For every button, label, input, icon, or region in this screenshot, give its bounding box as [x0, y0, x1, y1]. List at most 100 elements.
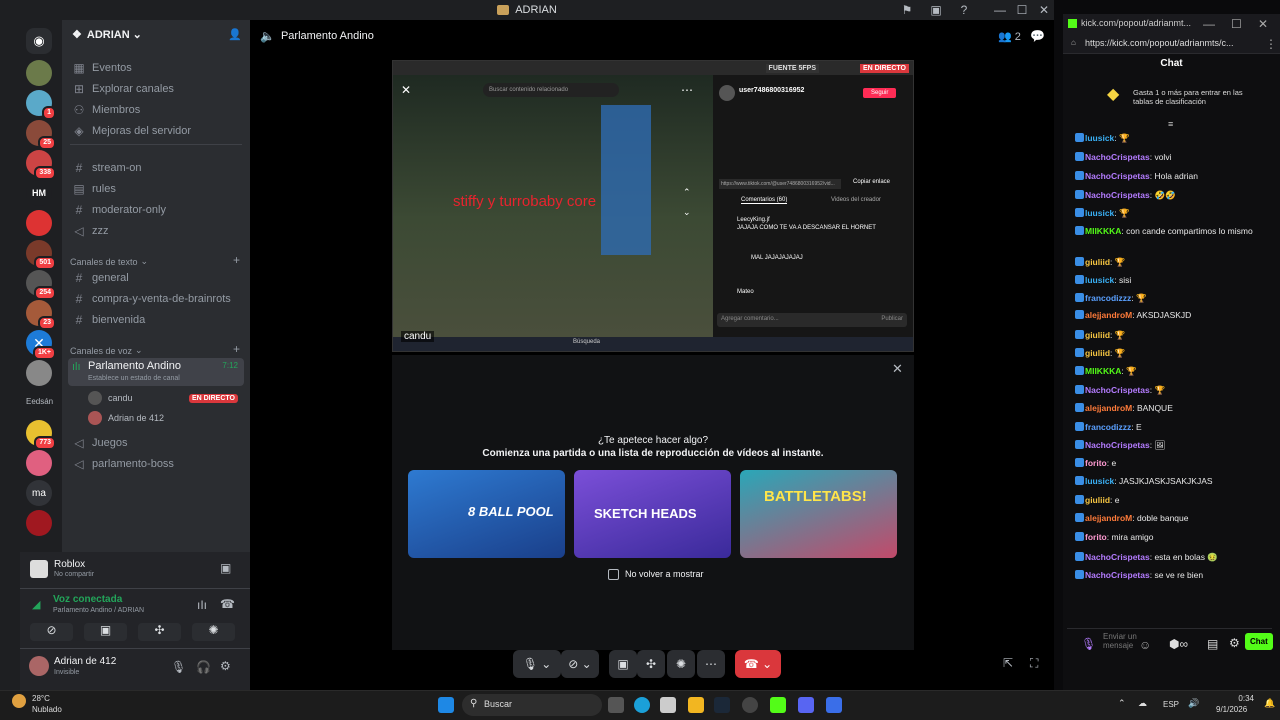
start-icon[interactable] [438, 697, 454, 713]
channel-rules[interactable]: ▤ rules [72, 179, 244, 199]
soundboard-button[interactable]: ✺ [667, 650, 695, 678]
disconnect-button[interactable]: ☎ ⌄ [735, 650, 781, 678]
camera-button[interactable]: ⊘ [30, 623, 73, 641]
voice-user-adrian[interactable]: Adrian de 412 [88, 410, 244, 426]
server-icon[interactable]: 25 [26, 120, 56, 150]
chat-username[interactable]: luusick [1085, 275, 1114, 285]
chat-username[interactable]: alejjandroM [1085, 310, 1132, 320]
copy-link-button[interactable]: Copiar enlace [853, 179, 890, 185]
channel-parlamento-boss[interactable]: ◁ parlamento-boss [72, 454, 244, 474]
server-label[interactable]: Eedsán [26, 397, 53, 406]
server-header[interactable]: ❖ ADRIAN ⌄ 👤 [72, 28, 242, 42]
menu-mejoras[interactable]: ◈ Mejoras del servidor [72, 121, 244, 141]
server-icon[interactable]: 1 [26, 90, 56, 120]
add-channel-icon[interactable]: + [233, 253, 240, 267]
chat-username[interactable]: francodizzz [1085, 293, 1131, 303]
channel-stream-on[interactable]: # stream-on [72, 158, 244, 178]
channel-bienvenida[interactable]: # bienvenida [72, 310, 244, 330]
discord-icon[interactable] [798, 697, 814, 713]
pin-icon[interactable]: ≡ [1168, 119, 1173, 129]
chat-username[interactable]: NachoCrispetas [1085, 152, 1150, 162]
channel-zzz[interactable]: ◁ zzz [72, 221, 244, 241]
more-icon[interactable]: ⋯ [681, 83, 693, 97]
menu-miembros[interactable]: ⚇ Miembros [72, 100, 244, 120]
chat-username[interactable]: MIIKKKA [1085, 366, 1121, 376]
settings-icon[interactable]: ⚙ [220, 659, 231, 673]
minimize-button[interactable]: — [1203, 17, 1215, 31]
chat-username[interactable]: NachoCrispetas [1085, 440, 1150, 450]
game-card-8ball[interactable]: 8 BALL POOL [408, 470, 565, 558]
chat-username[interactable]: alejjandroM [1085, 403, 1132, 413]
chat-username[interactable]: NachoCrispetas [1085, 385, 1150, 395]
avatar[interactable] [29, 656, 49, 676]
store-icon[interactable]: ▤ [1207, 637, 1218, 651]
close-button[interactable]: ✕ [1258, 17, 1268, 31]
more-icon[interactable]: ⋮ [1265, 37, 1277, 51]
channel-compra-venta[interactable]: # compra-y-venta-de-brainrots [72, 289, 244, 309]
minimize-button[interactable]: — [990, 2, 1010, 18]
help-icon[interactable]: ? [954, 2, 974, 18]
kick-icon[interactable] [770, 697, 786, 713]
category-text[interactable]: Canales de texto ⌄ [70, 256, 148, 267]
chat-icon[interactable]: 💬 [1030, 29, 1045, 43]
notification-icon[interactable]: 🔔 [1264, 698, 1275, 709]
server-icon[interactable] [26, 510, 52, 536]
inbox-icon[interactable]: ⚑ [897, 2, 917, 18]
voice-user-candu[interactable]: candu EN DIRECTO [88, 390, 244, 406]
microphone-icon[interactable]: 🎙 [171, 660, 186, 674]
chat-username[interactable]: alejjandroM [1085, 513, 1132, 523]
stream-view[interactable]: FUENTE 5FPS EN DIRECTO stiffy y turrobab… [392, 60, 914, 352]
server-icon[interactable] [26, 360, 52, 386]
chat-username[interactable]: luusick [1085, 133, 1114, 143]
activities-button[interactable]: ✣ [138, 623, 181, 641]
game-card-sketchheads[interactable]: SKETCH HEADS [574, 470, 731, 558]
edge-icon[interactable] [634, 697, 650, 713]
noise-suppression-icon[interactable]: ıIı [197, 598, 207, 612]
activities-button[interactable]: ✣ [637, 650, 665, 678]
comment-input[interactable]: Agregar comentario... Publicar [717, 313, 907, 327]
site-info-icon[interactable]: ⌂ [1071, 38, 1076, 47]
video-frame[interactable]: stiffy y turrobaby core ✕ Buscar conteni… [393, 75, 713, 337]
volume-icon[interactable]: 🔊 [1188, 698, 1199, 709]
close-icon[interactable]: ✕ [892, 361, 903, 377]
search-input[interactable]: Buscar contenido relacionado [483, 83, 619, 97]
server-icon[interactable] [26, 210, 52, 236]
server-icon[interactable] [26, 60, 52, 86]
taskbar-search[interactable]: ⚲ Buscar [462, 694, 602, 716]
discord-home-icon[interactable]: ◉ [26, 28, 52, 54]
task-view-icon[interactable] [608, 697, 624, 713]
explorer-icon[interactable] [688, 697, 704, 713]
send-chat-button[interactable]: Chat [1245, 633, 1273, 650]
gift-icon[interactable]: ⬢∞ [1169, 637, 1188, 651]
chat-username[interactable]: forito [1085, 458, 1107, 468]
server-ma[interactable]: ma [26, 480, 52, 506]
emote-mic-icon[interactable]: 🎙 [1081, 637, 1096, 651]
voice-channel-active[interactable]: ılı Parlamento Andino 7:12 Establece un … [68, 358, 244, 386]
kick-url-bar[interactable]: ⌂ https://kick.com/popout/adrianmts/c...… [1063, 34, 1280, 54]
server-icon[interactable]: 501 [26, 240, 56, 270]
screen-share-button[interactable]: ▣ [84, 623, 127, 641]
server-icon[interactable]: 773 [26, 420, 56, 450]
more-button[interactable]: ⋯ [697, 650, 725, 678]
chevron-down-icon[interactable]: ⌄ [683, 207, 691, 218]
chevron-up-icon[interactable]: ⌃ [683, 187, 691, 198]
settings-icon[interactable]: ⚙ [1229, 636, 1240, 650]
menu-explorar[interactable]: ⊞ Explorar canales [72, 79, 244, 99]
soundboard-button[interactable]: ✺ [192, 623, 235, 641]
game-card-battletabs[interactable]: BATTLETABS! [740, 470, 897, 558]
store-icon[interactable] [660, 697, 676, 713]
server-hm[interactable]: HM [26, 180, 52, 206]
chat-username[interactable]: luusick [1085, 208, 1114, 218]
category-voice[interactable]: Canales de voz ⌄ [70, 345, 143, 356]
channel-general[interactable]: # general [72, 268, 244, 288]
chat-username[interactable]: giuliid [1085, 348, 1110, 358]
steam-icon[interactable] [714, 697, 730, 713]
chat-username[interactable]: forito [1085, 532, 1107, 542]
maximize-button[interactable]: ☐ [1231, 17, 1242, 31]
chat-username[interactable]: giuliid [1085, 330, 1110, 340]
maximize-button[interactable]: ☐ [1012, 2, 1032, 18]
chat-username[interactable]: MIIKKKA [1085, 226, 1121, 236]
add-channel-icon[interactable]: + [233, 342, 240, 356]
members-icon[interactable]: 👥 2 [998, 30, 1021, 43]
emoji-icon[interactable]: ☺ [1139, 638, 1151, 652]
